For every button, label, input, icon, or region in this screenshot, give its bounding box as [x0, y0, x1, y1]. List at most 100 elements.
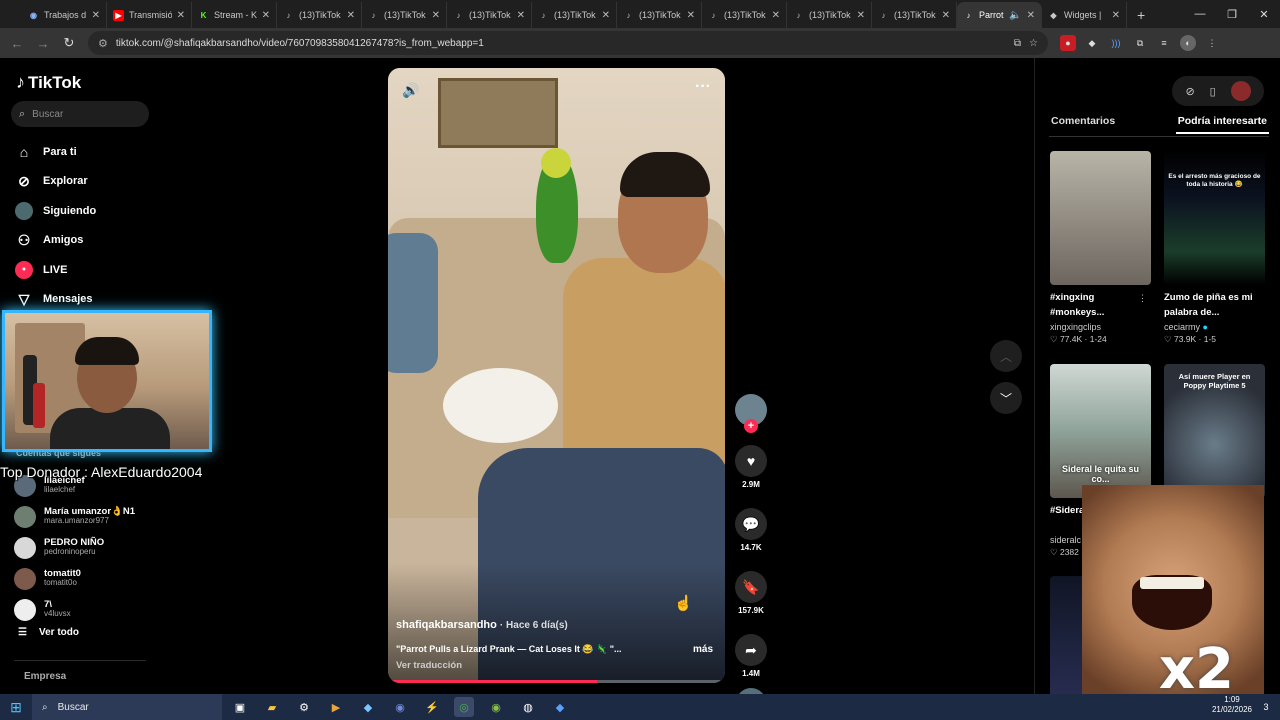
like-count: 2.9M — [742, 480, 760, 489]
user-avatar[interactable] — [1230, 81, 1251, 101]
browser-tab[interactable]: ♪ (13)TikTok ✕ — [872, 2, 957, 28]
media-control-icon[interactable]: ≡ — [1156, 35, 1172, 51]
app-green-icon[interactable]: ◉ — [486, 697, 506, 717]
video-progress-bar[interactable] — [388, 680, 725, 683]
notifications-badge[interactable]: 3 — [1258, 699, 1274, 715]
chrome-icon[interactable]: ◎ — [454, 697, 474, 717]
close-tab-icon[interactable]: ✕ — [262, 10, 270, 21]
close-tab-icon[interactable]: ✕ — [602, 10, 610, 21]
close-tab-icon[interactable]: ✕ — [942, 10, 950, 21]
share-button[interactable]: ➦ — [735, 634, 767, 666]
obs-icon[interactable]: ◍ — [518, 697, 538, 717]
close-tab-icon[interactable]: ✕ — [1027, 10, 1035, 21]
see-translation-link[interactable]: Ver traducción — [396, 660, 462, 671]
taskbar-search[interactable]: ⌕ Buscar — [32, 694, 222, 720]
clock[interactable]: 1:09 21/02/2026 — [1212, 695, 1252, 716]
browser-tab[interactable]: ♪ (13)TikTok ✕ — [702, 2, 787, 28]
suggested-video-card[interactable]: Así muere Player en Poppy Playtime 5 — [1164, 364, 1265, 498]
following-item[interactable]: PEDRO NIÑO pedroninoperu — [14, 532, 135, 563]
mute-tab-icon[interactable]: 🔈 — [1009, 10, 1021, 21]
author-avatar[interactable]: + — [735, 394, 767, 433]
browser-tab[interactable]: ♪ (13)TikTok ✕ — [362, 2, 447, 28]
site-info-icon[interactable]: ⚙ — [98, 37, 108, 50]
bookmark-star-icon[interactable]: ☆ — [1029, 38, 1038, 49]
close-tab-icon[interactable]: ✕ — [432, 10, 440, 21]
browser-tab[interactable]: ▶ Transmisió ✕ — [107, 2, 192, 28]
close-tab-icon[interactable]: ✕ — [517, 10, 525, 21]
see-all-button[interactable]: ☰ Ver todo — [18, 627, 79, 638]
browser-tab-active[interactable]: ♪ Parrot 🔈 ✕ — [957, 2, 1042, 28]
extension-audio-icon[interactable]: ))) — [1108, 35, 1124, 51]
tab-podria-interesarte[interactable]: Podría interesarte — [1175, 110, 1269, 134]
tiktok-logo[interactable]: ♪ TikTok — [16, 72, 81, 93]
media-player-icon[interactable]: ▶ — [326, 697, 346, 717]
follow-plus-icon[interactable]: + — [744, 419, 758, 433]
close-tab-icon[interactable]: ✕ — [92, 10, 100, 21]
extension-diamond-icon[interactable]: ◆ — [1084, 35, 1100, 51]
extensions-puzzle-icon[interactable]: ⧉ — [1132, 35, 1148, 51]
save-button[interactable]: 🔖 — [735, 571, 767, 603]
discord-icon[interactable]: ◉ — [390, 697, 410, 717]
minimize-icon[interactable]: — — [1184, 0, 1216, 28]
close-window-icon[interactable]: ✕ — [1248, 0, 1280, 28]
caption-more-button[interactable]: más — [693, 644, 713, 655]
extension-red-icon[interactable]: ● — [1060, 35, 1076, 51]
nav-item-live[interactable]: ● LIVE — [14, 255, 96, 285]
browser-tab[interactable]: ♪ (13)TikTok ✕ — [447, 2, 532, 28]
profile-icon[interactable]: ◐ — [1180, 35, 1196, 51]
close-tab-icon[interactable]: ✕ — [177, 10, 185, 21]
following-item[interactable]: 7\ v4luvsx — [14, 594, 135, 625]
following-item[interactable]: tomatit0 tomatit0o — [14, 563, 135, 594]
browser-tab[interactable]: ♪ (13)TikTok ✕ — [532, 2, 617, 28]
forward-icon[interactable]: → — [32, 32, 54, 54]
card-more-icon[interactable]: ⋮ — [1138, 293, 1147, 304]
close-tab-icon[interactable]: ✕ — [1112, 10, 1120, 21]
search-input[interactable]: ⌕ Buscar — [11, 101, 149, 127]
more-options-icon[interactable]: ··· — [695, 78, 711, 96]
browser-tab[interactable]: ♪ (13)TikTok ✕ — [787, 2, 872, 28]
browser-tab[interactable]: ♪ (13)TikTok ✕ — [277, 2, 362, 28]
close-tab-icon[interactable]: ✕ — [687, 10, 695, 21]
avatar — [14, 567, 36, 590]
footer-empresa[interactable]: Empresa — [24, 671, 66, 682]
restore-icon[interactable]: ❐ — [1216, 0, 1248, 28]
install-app-icon[interactable]: ⧉ — [1014, 38, 1021, 49]
nav-item-para-ti[interactable]: ⌂ Para ti — [14, 137, 96, 167]
back-icon[interactable]: ← — [6, 32, 28, 54]
browser-tab[interactable]: ♪ (13)TikTok ✕ — [617, 2, 702, 28]
settings-gear-icon[interactable]: ⚙ — [294, 697, 314, 717]
close-tab-icon[interactable]: ✕ — [347, 10, 355, 21]
app-diamond-icon[interactable]: ◆ — [550, 697, 570, 717]
app-yellow-icon[interactable]: ⚡ — [422, 697, 442, 717]
tab-comentarios[interactable]: Comentarios — [1049, 110, 1117, 134]
next-video-chevron-down-icon[interactable]: ﹀ — [990, 382, 1022, 414]
video-author[interactable]: shafiqakbarsandho · Hace 6 día(s) — [396, 619, 568, 631]
address-bar[interactable]: ⚙ tiktok.com/@shafiqakbarsandho/video/76… — [88, 31, 1048, 55]
windows-start-icon[interactable]: ⊞ — [0, 694, 32, 720]
browser-menu-icon[interactable]: ⋮ — [1204, 35, 1220, 51]
explore-icon[interactable]: ⊘ — [1185, 85, 1194, 98]
file-explorer-icon[interactable]: ▰ — [262, 697, 282, 717]
close-tab-icon[interactable]: ✕ — [857, 10, 865, 21]
like-button[interactable]: ♥ — [735, 445, 767, 477]
suggested-video-card[interactable]: Es el arresto más gracioso de toda la hi… — [1164, 151, 1265, 345]
nav-item-siguiendo[interactable]: Siguiendo — [14, 196, 96, 226]
volume-icon[interactable]: 🔊 — [402, 82, 419, 99]
video-player[interactable]: 🔊 ··· shafiqakbarsandho · Hace 6 día(s) … — [388, 68, 725, 683]
browser-tab[interactable]: ◆ Widgets | ✕ — [1042, 2, 1127, 28]
browser-tab[interactable]: ◉ Trabajos d ✕ — [22, 2, 107, 28]
video-scene-parrot-head — [541, 148, 571, 178]
device-icon[interactable]: ▯ — [1210, 85, 1216, 98]
reload-icon[interactable]: ↻ — [58, 32, 80, 54]
suggested-video-card[interactable]: #xingxing #monkeys... xingxingclips ♡ 77… — [1050, 151, 1151, 345]
following-item[interactable]: María umanzor👌N1 mara.umanzor977 — [14, 501, 135, 532]
new-tab-button[interactable]: + — [1127, 2, 1155, 28]
comment-button[interactable]: 💬 — [735, 508, 767, 540]
close-tab-icon[interactable]: ✕ — [772, 10, 780, 21]
nav-item-amigos[interactable]: ⚇ Amigos — [14, 226, 96, 256]
browser-tab[interactable]: K Stream - K ✕ — [192, 2, 277, 28]
task-view-icon[interactable]: ▣ — [230, 697, 250, 717]
app-blue-icon[interactable]: ◆ — [358, 697, 378, 717]
nav-item-explorar[interactable]: ⊘ Explorar — [14, 167, 96, 197]
previous-video-chevron-up-icon[interactable]: ︿ — [990, 340, 1022, 372]
